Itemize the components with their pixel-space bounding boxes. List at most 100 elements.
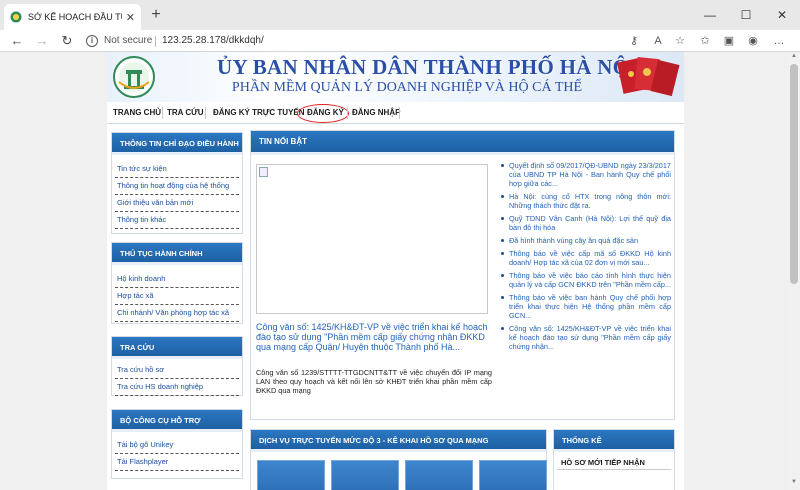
box-lookup-title: TRA CỨU: [112, 337, 242, 359]
bullet-icon: [501, 252, 504, 255]
box-tools-title: BỘ CÔNG CỤ HỖ TRỢ: [112, 410, 242, 432]
banner-subtitle: PHẦN MỀM QUẢN LÝ DOANH NGHIỆP VÀ HỘ CÁ T…: [231, 80, 583, 95]
scroll-thumb[interactable]: [790, 64, 798, 284]
link-flashplayer[interactable]: Tải Flashplayer: [115, 454, 239, 471]
address-bar[interactable]: 123.25.28.178/dkkdqh/: [162, 35, 264, 46]
list-item[interactable]: Công văn số: 1425/KH&ĐT-VP về việc triển…: [499, 324, 671, 351]
site-banner: ỦY BAN NHÂN DÂN THÀNH PHỐ HÀ NỘI PHẦN MỀ…: [107, 52, 684, 102]
page-scrollbar[interactable]: ▲ ▼: [788, 52, 800, 490]
featured-article-summary: Công văn số 1239/STTTT-TTGDCNTT&TT về vi…: [256, 368, 492, 395]
link-lookup-enterprise[interactable]: Tra cứu HS doanh nghiệp: [115, 379, 239, 396]
list-item[interactable]: Quỹ TDND Vân Canh (Hà Nội): Lợi thế quỹ …: [499, 214, 671, 232]
link-other-info[interactable]: Thông tin khác: [115, 212, 239, 229]
broken-image-icon: [259, 167, 268, 177]
link-new-documents[interactable]: Giới thiệu văn bản mới: [115, 195, 239, 212]
link-lookup-record[interactable]: Tra cứu hồ sơ: [115, 362, 239, 379]
menu-item-lookup[interactable]: TRA CỨU: [167, 102, 204, 124]
news-list: Quyết định số 09/2017/QĐ-UBND ngày 23/3/…: [499, 161, 671, 355]
link-household-business[interactable]: Hộ kinh doanh: [115, 271, 239, 288]
service-card[interactable]: [257, 460, 325, 490]
security-status[interactable]: Not secure: [104, 35, 152, 46]
bullet-icon: [501, 239, 504, 242]
profile-icon[interactable]: ◉: [745, 33, 761, 49]
page-viewport: ỦY BAN NHÂN DÂN THÀNH PHỐ HÀ NỘI PHẦN MỀ…: [0, 52, 800, 490]
forward-icon[interactable]: →: [33, 32, 51, 50]
menu-separator: [162, 107, 163, 119]
service-card[interactable]: [405, 460, 473, 490]
menu-separator: [347, 107, 348, 119]
list-item[interactable]: Đã hình thành vùng cây ăn quả đặc sản: [499, 236, 671, 245]
certificate-books-icon: [616, 56, 680, 97]
featured-image[interactable]: [256, 164, 488, 314]
main-menu: TRANG CHỦ TRA CỨU ĐĂNG KÝ TRỰC TUYẾN ĐĂN…: [107, 102, 684, 124]
reading-icon[interactable]: A: [650, 33, 666, 49]
box-procedures: THỦ TỤC HÀNH CHÍNH Hộ kinh doanh Hợp tác…: [111, 242, 243, 324]
browser-tab[interactable]: SỞ KẾ HOẠCH ĐẦU TƯ TP HÀ NỘ ✕: [4, 4, 141, 30]
featured-news-title: TIN NỔI BẬT: [251, 131, 674, 155]
maximize-icon[interactable]: ☐: [728, 0, 764, 30]
news-item-text[interactable]: Thông báo về việc cấp mã số ĐKKD Hộ kinh…: [509, 249, 671, 267]
list-item[interactable]: Quyết định số 09/2017/QĐ-UBND ngày 23/3/…: [499, 161, 671, 188]
news-item-text[interactable]: Thông báo về việc báo cáo tình hình thực…: [509, 271, 671, 289]
news-item-text[interactable]: Quyết định số 09/2017/QĐ-UBND ngày 23/3/…: [509, 161, 671, 188]
statistics-subtitle: HỒ SƠ MỚI TIẾP NHẬN: [557, 452, 671, 470]
bullet-icon: [501, 164, 504, 167]
bullet-icon: [501, 274, 504, 277]
box-guidance: THÔNG TIN CHỈ ĐẠO ĐIỀU HÀNH Tin tức sự k…: [111, 132, 243, 234]
collections-icon[interactable]: ▣: [721, 33, 737, 49]
menu-item-login[interactable]: ĐĂNG NHẬP: [352, 102, 400, 124]
tab-title: SỞ KẾ HOẠCH ĐẦU TƯ TP HÀ NỘ: [28, 12, 122, 22]
back-icon[interactable]: ←: [8, 32, 26, 50]
bullet-icon: [501, 327, 504, 330]
favorite-icon[interactable]: ☆: [672, 33, 688, 49]
menu-item-online-register[interactable]: ĐĂNG KÝ TRỰC TUYẾN: [213, 102, 305, 124]
new-tab-icon[interactable]: +: [146, 5, 166, 25]
favorites-bar-icon[interactable]: ✩: [697, 33, 713, 49]
link-system-activity[interactable]: Thông tin hoạt động của hệ thống: [115, 178, 239, 195]
site-favicon-icon: [10, 11, 22, 23]
statistics-title: THỐNG KÊ: [554, 430, 674, 452]
browser-tabstrip: SỞ KẾ HOẠCH ĐẦU TƯ TP HÀ NỘ ✕ + — ☐ ✕: [0, 0, 800, 30]
hanoi-logo-icon: [113, 56, 155, 98]
scroll-down-icon[interactable]: ▼: [790, 479, 798, 489]
featured-article-title[interactable]: Công văn số: 1425/KH&ĐT-VP về việc triển…: [256, 322, 492, 352]
site-container: ỦY BAN NHÂN DÂN THÀNH PHỐ HÀ NỘI PHẦN MỀ…: [107, 52, 684, 490]
list-item[interactable]: Thông báo về việc cấp mã số ĐKKD Hộ kinh…: [499, 249, 671, 267]
banner-title: ỦY BAN NHÂN DÂN THÀNH PHỐ HÀ NỘI: [217, 55, 638, 79]
link-branch-office[interactable]: Chi nhánh/ Văn phòng hợp tác xã: [115, 305, 239, 322]
news-item-text[interactable]: Công văn số: 1425/KH&ĐT-VP về việc triển…: [509, 324, 671, 351]
news-item-text[interactable]: Hà Nội: cùng cố HTX trong nông thôn mới:…: [509, 192, 671, 210]
browser-toolbar: ← → ↻ i Not secure 123.25.28.178/dkkdqh/…: [0, 30, 800, 52]
news-item-text[interactable]: Quỹ TDND Vân Canh (Hà Nội): Lợi thế quỹ …: [509, 214, 671, 232]
minimize-icon[interactable]: —: [692, 0, 728, 30]
service-card[interactable]: [479, 460, 547, 490]
scroll-up-icon[interactable]: ▲: [790, 53, 798, 63]
menu-item-register[interactable]: ĐĂNG KÝ: [307, 102, 344, 124]
box-tools: BỘ CÔNG CỤ HỖ TRỢ Tải bộ gõ Unikey Tải F…: [111, 409, 243, 479]
bullet-icon: [501, 217, 504, 220]
featured-news-panel: TIN NỔI BẬT Công văn số: 1425/KH&ĐT-VP v…: [250, 130, 675, 420]
reload-icon[interactable]: ↻: [58, 32, 76, 50]
menu-separator: [205, 107, 206, 119]
more-icon[interactable]: …: [771, 33, 787, 49]
link-unikey[interactable]: Tải bộ gõ Unikey: [115, 437, 239, 454]
close-window-icon[interactable]: ✕: [764, 0, 800, 30]
news-item-text[interactable]: Thông báo về việc ban hành Quy chế phối …: [509, 293, 671, 320]
info-icon[interactable]: i: [86, 35, 98, 47]
address-separator: [155, 36, 156, 47]
tab-close-icon[interactable]: ✕: [126, 11, 135, 24]
list-item[interactable]: Thông báo về việc báo cáo tình hình thực…: [499, 271, 671, 289]
menu-item-home[interactable]: TRANG CHỦ: [113, 102, 161, 124]
news-item-text[interactable]: Đã hình thành vùng cây ăn quả đặc sản: [509, 236, 638, 245]
menu-separator: [399, 107, 400, 119]
list-item[interactable]: Hà Nội: cùng cố HTX trong nông thôn mới:…: [499, 192, 671, 210]
link-cooperative[interactable]: Hợp tác xã: [115, 288, 239, 305]
bullet-icon: [501, 296, 504, 299]
box-lookup: TRA CỨU Tra cứu hồ sơ Tra cứu HS doanh n…: [111, 336, 243, 396]
service-card[interactable]: [331, 460, 399, 490]
bullet-icon: [501, 195, 504, 198]
list-item[interactable]: Thông báo về việc ban hành Quy chế phối …: [499, 293, 671, 320]
key-icon[interactable]: ⚷: [626, 33, 642, 49]
online-services-title: DỊCH VỤ TRỰC TUYẾN MỨC ĐỘ 3 - KÊ KHAI HỒ…: [251, 430, 546, 452]
link-news-events[interactable]: Tin tức sự kiện: [115, 161, 239, 178]
